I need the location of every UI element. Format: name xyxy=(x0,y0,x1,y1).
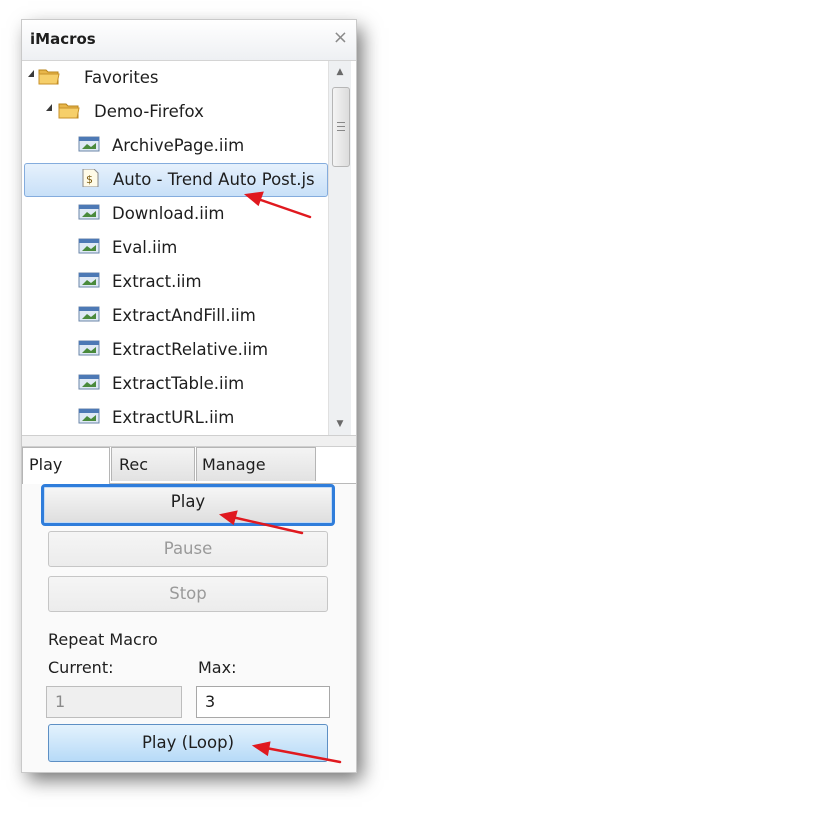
tab-label: Rec xyxy=(119,455,149,474)
current-label: Current: xyxy=(48,658,114,677)
tree-item-extractandfill[interactable]: ExtractAndFill.iim xyxy=(22,299,328,333)
tab-label: Manage xyxy=(202,455,266,474)
panel-splitter[interactable] xyxy=(22,435,356,447)
close-icon[interactable]: × xyxy=(333,28,348,48)
tab-play[interactable]: Play xyxy=(22,447,110,484)
macro-file-icon xyxy=(78,272,100,288)
tree-item-download[interactable]: Download.iim xyxy=(22,197,328,231)
tree-item-label: Auto - Trend Auto Post.js xyxy=(113,170,315,189)
tree-scrollbar[interactable]: ▲ ▼ xyxy=(328,61,351,435)
macro-file-icon xyxy=(78,238,100,254)
folder-icon xyxy=(58,103,80,119)
pause-button[interactable]: Pause xyxy=(48,531,328,567)
svg-text:$: $ xyxy=(86,173,93,186)
tree-item-extract[interactable]: Extract.iim xyxy=(22,265,328,299)
imacros-panel: iMacros × Favorites Demo-Firefox Archive… xyxy=(22,20,356,772)
tree-item-eval[interactable]: Eval.iim xyxy=(22,231,328,265)
scrollbar-thumb[interactable] xyxy=(332,87,350,167)
max-label: Max: xyxy=(198,658,237,677)
current-field: 1 xyxy=(46,686,182,718)
play-tab-content: Play Pause Stop Repeat Macro Current: Ma… xyxy=(22,484,356,772)
macro-file-icon xyxy=(78,340,100,356)
tree-folder-demo-firefox[interactable]: Demo-Firefox xyxy=(22,95,328,129)
tab-label: Play xyxy=(29,455,63,474)
tree-folder-label: Favorites xyxy=(84,68,159,87)
macro-file-icon xyxy=(78,136,100,152)
tab-rec[interactable]: Rec xyxy=(111,447,195,481)
scroll-up-icon[interactable]: ▲ xyxy=(329,63,351,81)
tree-item-label: ExtractRelative.iim xyxy=(112,340,269,359)
tree-item-label: ArchivePage.iim xyxy=(112,136,245,155)
tree-item-extracturl[interactable]: ExtractURL.iim xyxy=(22,401,328,435)
tree-item-label: Eval.iim xyxy=(112,238,178,257)
tree-item-label: ExtractURL.iim xyxy=(112,408,235,427)
folder-icon xyxy=(38,69,60,85)
tree-item-extracttable[interactable]: ExtractTable.iim xyxy=(22,367,328,401)
tree-item-archivepage[interactable]: ArchivePage.iim xyxy=(22,129,328,163)
play-button[interactable]: Play xyxy=(41,484,335,526)
macro-file-icon xyxy=(78,204,100,220)
scroll-down-icon[interactable]: ▼ xyxy=(329,415,351,433)
macro-tree: Favorites Demo-Firefox ArchivePage.iim $ xyxy=(22,61,328,435)
play-loop-button[interactable]: Play (Loop) xyxy=(48,724,328,762)
tree-item-label: ExtractAndFill.iim xyxy=(112,306,256,325)
tree-folder-favorites[interactable]: Favorites xyxy=(22,61,328,95)
tree-item-label: Extract.iim xyxy=(112,272,202,291)
tab-manage[interactable]: Manage xyxy=(196,447,316,481)
macro-file-icon xyxy=(78,374,100,390)
tab-strip: Play Rec Manage xyxy=(22,447,356,484)
tree-item-extractrelative[interactable]: ExtractRelative.iim xyxy=(22,333,328,367)
tree-item-label: ExtractTable.iim xyxy=(112,374,245,393)
tree-item-label: Download.iim xyxy=(112,204,225,223)
panel-title: iMacros xyxy=(30,30,96,48)
expand-triangle-icon[interactable] xyxy=(46,104,52,111)
macro-file-icon xyxy=(78,408,100,424)
stop-button[interactable]: Stop xyxy=(48,576,328,612)
panel-titlebar: iMacros × xyxy=(22,20,356,61)
macro-file-icon xyxy=(78,306,100,322)
max-field[interactable]: 3 xyxy=(196,686,330,718)
repeat-macro-label: Repeat Macro xyxy=(48,630,158,649)
tree-folder-label: Demo-Firefox xyxy=(94,102,204,121)
script-file-icon: $ xyxy=(82,169,99,187)
tree-item-auto-trend-auto-post[interactable]: $ Auto - Trend Auto Post.js xyxy=(24,163,328,197)
expand-triangle-icon[interactable] xyxy=(28,70,34,77)
